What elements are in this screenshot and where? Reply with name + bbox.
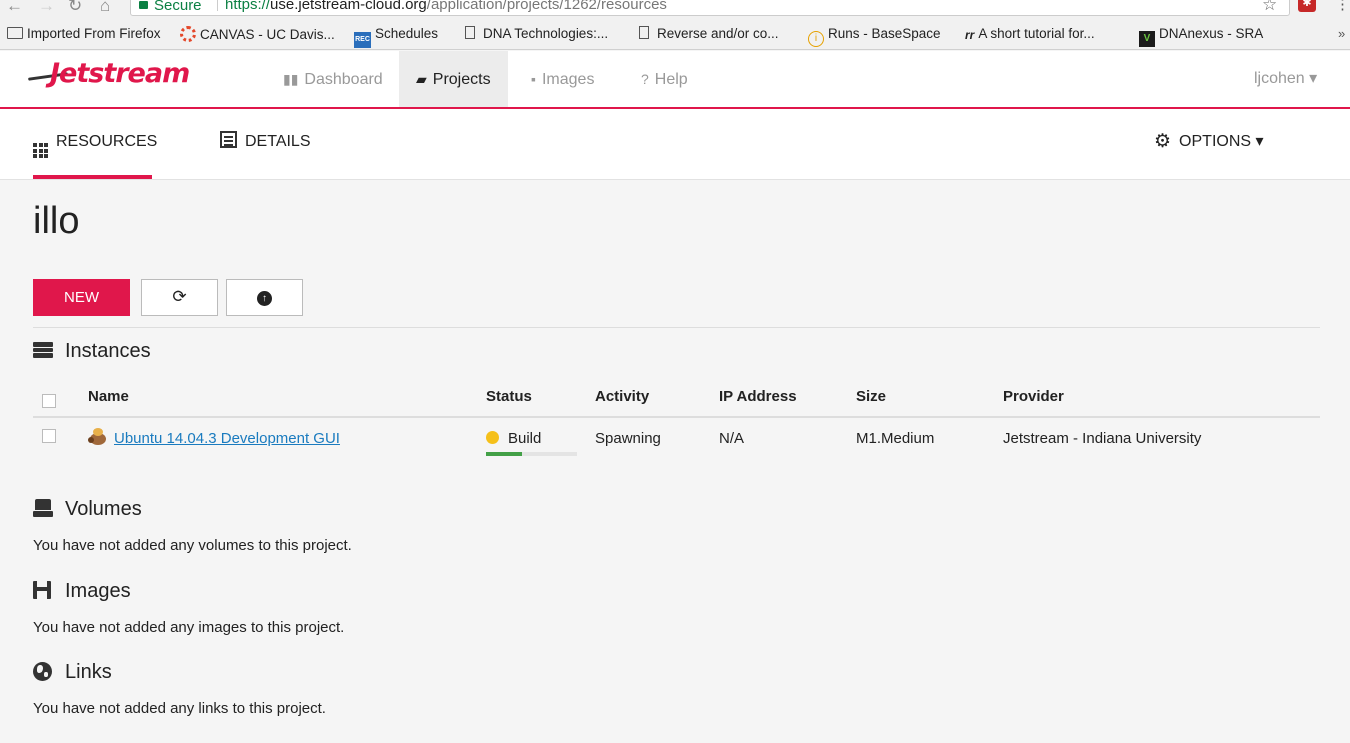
- table-header: Name Status Activity IP Address Size Pro…: [33, 380, 1320, 418]
- url-text[interactable]: https://use.jetstream-cloud.org/applicat…: [225, 0, 667, 13]
- upload-button[interactable]: ↑: [226, 279, 303, 316]
- dnanexus-icon: V: [1139, 31, 1155, 47]
- lock-icon: [139, 1, 148, 9]
- links-empty-message: You have not added any links to this pro…: [33, 700, 326, 717]
- hdd-icon: [33, 499, 53, 517]
- column-header[interactable]: Status: [486, 388, 532, 405]
- home-icon[interactable]: ⌂: [100, 0, 110, 16]
- column-header[interactable]: Provider: [1003, 388, 1064, 405]
- gear-icon: ⚙: [1154, 131, 1172, 152]
- bookmark-item[interactable]: i Runs - BaseSpace: [808, 26, 941, 47]
- status-dot-icon: [486, 431, 499, 444]
- user-menu[interactable]: ljcohen ▾: [1254, 51, 1317, 107]
- links-heading: Links: [33, 661, 112, 684]
- divider: [33, 327, 1320, 328]
- reload-icon[interactable]: ↻: [68, 0, 82, 16]
- column-header[interactable]: Name: [88, 388, 129, 405]
- page-title: illo: [33, 200, 80, 242]
- rec-icon: REC: [354, 32, 371, 48]
- column-header[interactable]: Size: [856, 388, 886, 405]
- bar-chart-icon: ▮▮: [283, 71, 299, 87]
- secure-indicator[interactable]: Secure: [139, 0, 202, 14]
- globe-icon: [33, 662, 52, 681]
- forward-icon[interactable]: →: [38, 0, 55, 16]
- extension-icon[interactable]: ✱: [1298, 0, 1316, 12]
- ip-cell: N/A: [719, 430, 745, 447]
- browser-menu-icon[interactable]: ⋮: [1335, 0, 1350, 13]
- build-progress-bar: [486, 452, 577, 456]
- tab-resources[interactable]: RESOURCES: [33, 109, 157, 179]
- refresh-icon: ⟳: [172, 287, 187, 306]
- page-icon: [465, 26, 475, 39]
- instances-heading: Instances: [33, 340, 151, 363]
- nav-projects[interactable]: ▰ Projects: [399, 51, 508, 107]
- bookmark-item[interactable]: REC Schedules: [354, 26, 438, 48]
- project-subnav: RESOURCES DETAILS ⚙ OPTIONS ▾: [0, 109, 1350, 180]
- instance-image-icon: [88, 427, 108, 447]
- tab-details[interactable]: DETAILS: [220, 109, 311, 179]
- bookmark-item[interactable]: DNA Technologies:...: [465, 26, 608, 41]
- volumes-heading: Volumes: [33, 498, 142, 521]
- nav-images[interactable]: ▪ Images: [514, 51, 611, 107]
- row-checkbox[interactable]: [42, 429, 56, 443]
- instance-name-link[interactable]: Ubuntu 14.04.3 Development GUI: [114, 430, 340, 447]
- size-cell: M1.Medium: [856, 430, 935, 447]
- status-cell: Build: [486, 430, 541, 447]
- folder-icon: [7, 27, 23, 39]
- table-row: Ubuntu 14.04.3 Development GUI Build Spa…: [33, 420, 1320, 460]
- images-empty-message: You have not added any images to this pr…: [33, 619, 345, 636]
- column-header[interactable]: Activity: [595, 388, 649, 405]
- nav-dashboard[interactable]: ▮▮ Dashboard: [266, 51, 400, 107]
- floppy-icon: [33, 581, 51, 599]
- back-icon[interactable]: ←: [6, 0, 23, 16]
- provider-cell: Jetstream - Indiana University: [1003, 430, 1202, 447]
- select-all-checkbox[interactable]: [42, 394, 56, 408]
- bookmark-item[interactable]: V DNAnexus - SRA: [1139, 26, 1263, 47]
- more-bookmarks-icon[interactable]: »: [1338, 26, 1345, 41]
- page-icon: [639, 26, 649, 39]
- nav-help[interactable]: ? Help: [624, 51, 705, 107]
- folder-open-icon: ▰: [416, 71, 427, 87]
- bookmark-item[interactable]: Reverse and/or co...: [639, 26, 779, 41]
- refresh-button[interactable]: ⟳: [141, 279, 218, 316]
- app-header: Jetstream ▮▮ Dashboard ▰ Projects ▪ Images …: [0, 51, 1350, 109]
- activity-cell: Spawning: [595, 430, 661, 447]
- progress-fill: [486, 452, 523, 456]
- images-heading: Images: [33, 580, 131, 603]
- jetstream-logo[interactable]: Jetstream: [27, 55, 190, 101]
- volumes-empty-message: You have not added any volumes to this p…: [33, 537, 352, 554]
- star-icon[interactable]: ☆: [1262, 0, 1277, 15]
- question-circle-icon: ?: [641, 71, 649, 87]
- address-bar[interactable]: Secure https://use.jetstream-cloud.org/a…: [130, 0, 1290, 16]
- bookmark-item[interactable]: rr A short tutorial for...: [965, 26, 1095, 42]
- upload-icon: ↑: [257, 291, 272, 306]
- tutorial-site-icon: rr: [965, 28, 975, 42]
- info-icon: i: [808, 31, 824, 47]
- bookmark-item[interactable]: Imported From Firefox: [7, 26, 161, 41]
- bookmark-item[interactable]: CANVAS - UC Davis...: [180, 26, 335, 42]
- canvas-icon: [180, 26, 196, 42]
- new-button[interactable]: NEW: [33, 279, 130, 316]
- bookmarks-bar: Imported From Firefox CANVAS - UC Davis.…: [0, 18, 1350, 50]
- column-header[interactable]: IP Address: [719, 388, 797, 405]
- servers-icon: [33, 342, 53, 358]
- grid-icon: [33, 143, 48, 158]
- list-icon: [220, 131, 237, 148]
- options-menu[interactable]: ⚙ OPTIONS ▾: [1154, 109, 1264, 175]
- browser-toolbar: ← → ↻ ⌂ Secure https://use.jetstream-clo…: [0, 0, 1350, 18]
- floppy-icon: ▪: [531, 71, 536, 87]
